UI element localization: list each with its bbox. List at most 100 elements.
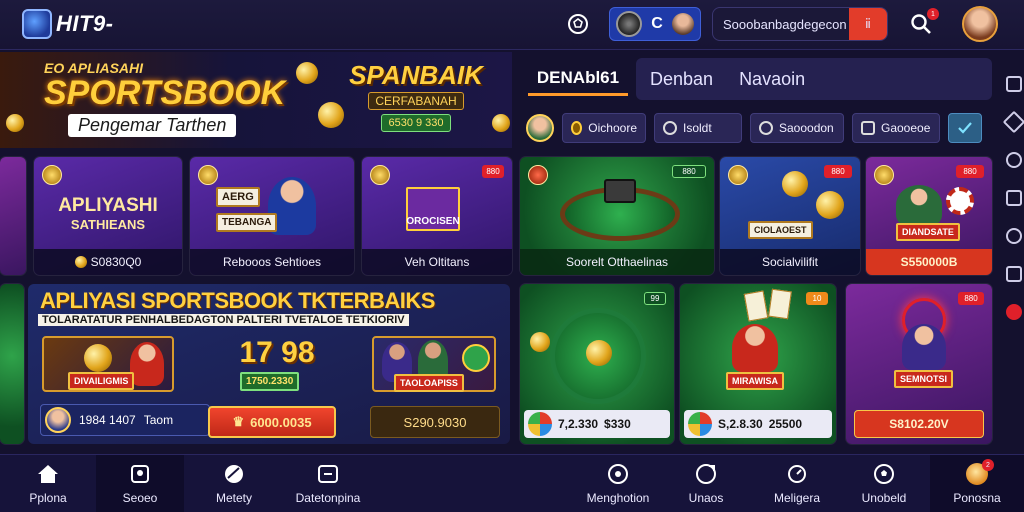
share-icon[interactable] [1006,266,1022,282]
shield-icon [861,121,875,135]
game-card-coins[interactable]: 880 CIOLAOEST Socialvilifit [720,157,860,275]
game-card-celebration[interactable]: 880 SEMNOTSI S8102.20V [846,284,992,444]
wheel-icon [688,412,712,436]
filter-chip-label: Gaooeoe [881,121,931,135]
promo-card-a[interactable]: DIVAILIGMIS [42,336,174,392]
tab-navaoin[interactable]: Navaoin [739,69,805,90]
card-badge: 880 [956,165,984,178]
search-field-text: Sooobanbagdegecon [723,16,847,32]
nav-item-seoeo[interactable]: Seoeo [96,455,184,512]
nav-label: Menghotion [586,491,650,505]
star-icon[interactable] [1002,110,1024,134]
game-card-edge[interactable] [0,284,24,444]
price-left: 7,2.330 [558,417,599,431]
alert-icon[interactable] [1006,304,1022,320]
wallet-button[interactable]: C [609,7,701,41]
profile-avatar[interactable] [962,6,998,42]
filter-chip-label: Oichoore [588,121,637,135]
card-bottom-label: Veh Oltitans [404,255,470,269]
tab-active[interactable]: DENAbl61 [528,62,628,96]
hero-right-chip[interactable]: 6530 9 330 [381,114,451,132]
wheel-icon [528,412,552,436]
price-pill[interactable]: 7,2.330 $330 [524,410,670,438]
nav-item-menghotion[interactable]: Menghotion [578,455,658,512]
soccer-ball-icon[interactable] [565,11,591,37]
filter-avatar[interactable] [526,114,554,142]
coin-decoration [492,114,510,132]
card-bottom-label: S550000B [900,255,958,269]
card-bottom: Socialvilifit [720,249,860,275]
price-right: 25500 [768,417,803,431]
price-pill[interactable]: S,2.8.30 25500 [684,410,832,438]
nav-item-datetonpina[interactable]: Datetonpina [286,455,370,512]
card-bottom-label: Socialvilifit [761,255,818,269]
nav-item-ponosna[interactable]: 2 Ponosna [930,455,1024,512]
card-badge: 880 [482,165,504,178]
card-title: APLIYASHI [58,195,158,216]
filter-check-button[interactable] [948,113,982,143]
logo[interactable]: HIT9- [22,9,114,39]
filter-chip-1[interactable]: Oichoore [562,113,646,143]
nav-label: Ponosna [953,491,1001,505]
logo-text: HIT9- [56,11,114,36]
settings-icon[interactable] [1006,228,1022,244]
ticket-icon [129,463,151,485]
emblem-icon [528,165,548,185]
ball-icon [223,463,245,485]
search-icon[interactable]: 1 [907,8,939,38]
game-card-chips[interactable]: 880 DIANDSATE S550000B [866,157,992,275]
coin-decoration [816,191,844,219]
game-card-chest[interactable]: 880 OROCISEN Veh Oltitans [362,157,512,275]
game-card-player[interactable]: AERG TEBANGA Rebooos Sehtioes [190,157,354,275]
nav-label: Unaos [688,491,724,505]
promo-card-b[interactable]: 17 98 1750.2330 [222,332,332,392]
filter-chip-2[interactable]: Isoldt [654,113,742,143]
prize-button[interactable]: ♛ 6000.0035 [208,406,336,438]
clock-icon[interactable] [1006,152,1022,168]
filter-chip-4[interactable]: Gaooeoe [852,113,940,143]
game-card-table[interactable]: 880 Soorelt Otthaelinas [520,157,714,275]
coin-icon [616,11,642,37]
logo-mark-icon [22,9,52,39]
nav-badge: 2 [982,459,994,471]
game-card-edge[interactable] [0,157,26,275]
nav-item-unaos[interactable]: Unaos [668,455,744,512]
wallet-letter: C [651,15,663,32]
game-card-roulette[interactable]: 99 7,2.330 $330 [520,284,674,444]
promo-panel[interactable]: APLIYASI SPORTSBOOK TKTERBAIKS TOLARATAT… [28,284,510,444]
tab-denban[interactable]: Denban [650,69,713,90]
calendar-icon[interactable] [1006,190,1022,206]
promo-card-plate: DIVAILIGMIS [68,372,135,390]
badge-icon [462,344,490,372]
playing-card-graphic [768,288,792,320]
clock-icon [607,463,629,485]
nav-item-home[interactable]: Pplona [0,455,96,512]
wallet-avatar [672,13,694,35]
prize-amount: 6000.0035 [250,414,312,430]
game-card-apliyashi[interactable]: APLIYASHI SATHIEANS S0830Q0 [34,157,182,275]
search-submit-button[interactable]: ⅱ [849,8,887,40]
hero-banner[interactable]: EO APLIASAHI SPORTSBOOK Pengemar Tarthen… [0,52,512,148]
emblem-icon [728,165,748,185]
promo-card-plate: 1750.2330 [240,372,300,391]
nav-item-unobeld[interactable]: Unobeld [846,455,922,512]
card-badge: 10 [806,292,828,305]
score-box[interactable]: 1984 1407 Taom [40,404,210,436]
search-icon [786,463,808,485]
nav-item-meligera[interactable]: Meligera [756,455,838,512]
filter-chip-label: Saooodon [779,121,834,135]
card-plate: OROCISEN [406,187,460,231]
score-number: 1984 1407 [79,413,136,427]
search-field[interactable]: Sooobanbagdegecon ⅱ [712,7,888,41]
score-label: Taom [143,413,174,427]
card-icon [317,463,339,485]
promo-card-c[interactable]: TAOLOAPISS [372,336,496,392]
game-card-cards-player[interactable]: 10 MIRAWISA S,2.8.30 25500 [680,284,836,444]
player-figure [130,342,164,386]
filter-chip-3[interactable]: Saooodon [750,113,844,143]
search-submit-label: ⅱ [865,16,871,31]
home-icon[interactable] [1006,76,1022,92]
nav-item-metety[interactable]: Metety [190,455,278,512]
amount-button[interactable]: S290.9030 [370,406,500,438]
card-bottom: S0830Q0 [34,249,182,275]
